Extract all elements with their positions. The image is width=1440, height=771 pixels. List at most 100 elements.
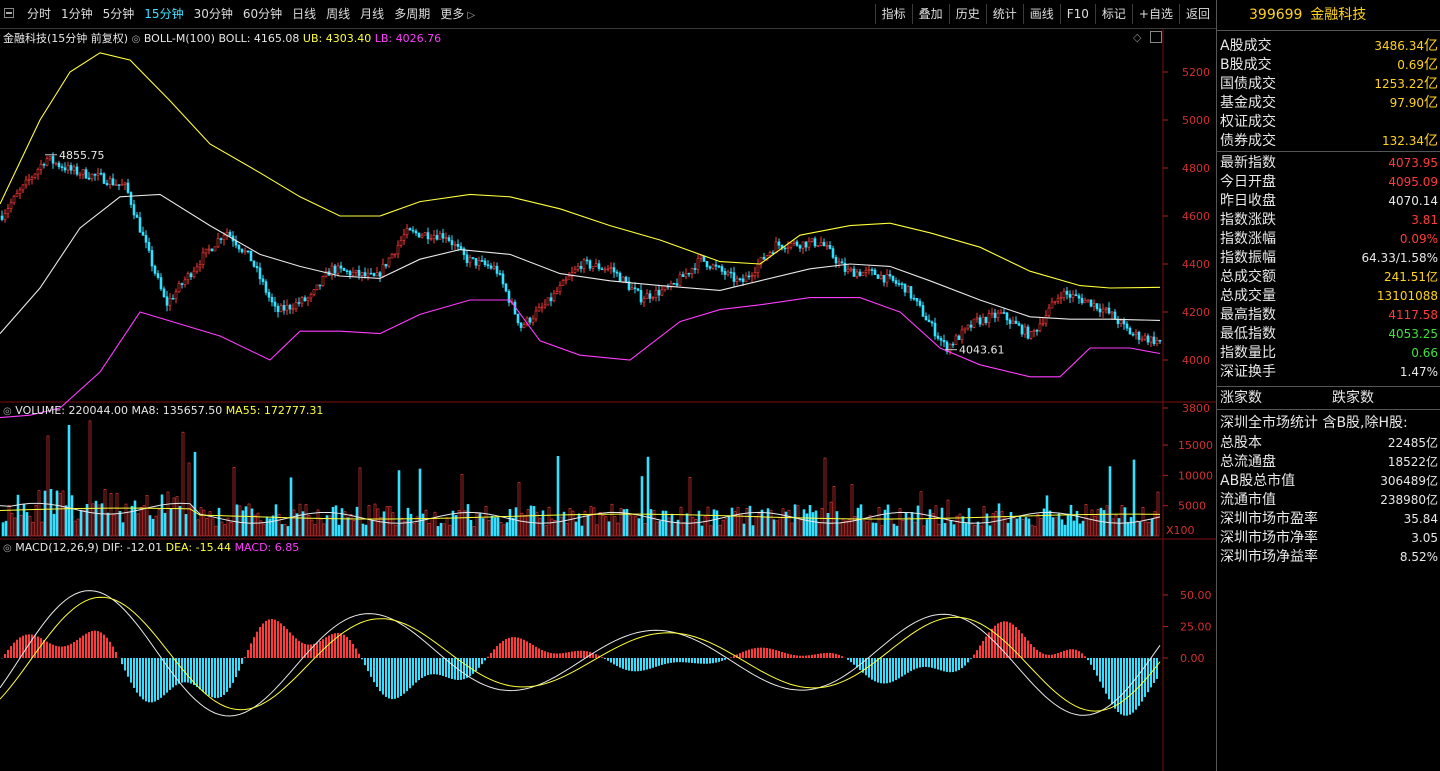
candle-body [1038, 323, 1042, 331]
candle-body [489, 265, 493, 269]
tool-tab[interactable]: 画线 [1022, 4, 1060, 24]
candle-body [348, 270, 352, 276]
candle-body [9, 202, 13, 209]
volume-bar [874, 522, 878, 537]
volume-bar [718, 524, 722, 537]
period-tab[interactable]: 周线 [321, 4, 355, 26]
candle-body [585, 259, 589, 262]
candle-body [1098, 308, 1102, 313]
volume-bar [244, 506, 248, 537]
candle-body [414, 230, 418, 234]
low-price-label: 4043.61 [959, 344, 1005, 357]
volume-bar [124, 503, 128, 537]
volume-bar [649, 509, 653, 537]
volume-bar [535, 512, 539, 537]
volume-bar [763, 516, 767, 537]
stat-row: 基金成交 97.90亿 [1217, 94, 1440, 113]
boll-upper-line [0, 52, 1161, 289]
tool-tab[interactable]: +自选 [1131, 4, 1179, 24]
period-tab[interactable]: 分时 [22, 4, 56, 26]
candle-body [456, 243, 460, 247]
volume-bar [151, 518, 155, 537]
period-tab[interactable]: 日线 [287, 4, 321, 26]
volume-ma8: MA8: 135657.50 [131, 404, 223, 417]
candle-body [375, 272, 379, 277]
boll-lower-line [0, 297, 1161, 419]
volume-bar [181, 431, 185, 537]
candle-body [159, 277, 163, 290]
volume-bar [238, 505, 242, 537]
volume-bar [247, 503, 251, 537]
candle-body [18, 189, 22, 194]
tool-tab[interactable]: 叠加 [911, 4, 949, 24]
tool-tab[interactable]: 返回 [1178, 4, 1216, 24]
period-tab[interactable]: 月线 [355, 4, 389, 26]
tool-tab[interactable]: 统计 [985, 4, 1023, 24]
stat-row: 总流通盘 18522亿 [1217, 453, 1440, 472]
volume-bar [400, 517, 404, 537]
stat-label: 最低指数 [1220, 326, 1276, 342]
volume-bar [877, 507, 881, 537]
macd-collapse-icon[interactable]: ◎ [3, 543, 12, 554]
period-tab[interactable]: 30分钟 [189, 4, 238, 26]
volume-bar [1078, 523, 1082, 537]
period-tab[interactable]: 1分钟 [56, 4, 98, 26]
volume-bar [1123, 507, 1127, 537]
volume-bar [133, 500, 137, 537]
period-tab[interactable]: 多周期 [389, 4, 435, 26]
volume-bar [1069, 504, 1073, 537]
volume-bar [163, 512, 167, 537]
candle-body [708, 266, 712, 269]
volume-bar [448, 524, 452, 537]
volume-bar [739, 513, 743, 537]
volume-collapse-icon[interactable]: ◎ [3, 406, 12, 417]
candle-body [294, 302, 298, 310]
tool-tab[interactable]: F10 [1059, 4, 1095, 24]
period-tab[interactable]: 更多 [435, 4, 480, 26]
candle-body [762, 256, 766, 260]
volume-bar [487, 520, 491, 537]
volume-bar [187, 462, 191, 537]
menu-icon[interactable] [4, 8, 14, 18]
candle-body [270, 296, 274, 303]
tool-tab[interactable]: 标记 [1094, 4, 1132, 24]
volume-bar [55, 490, 59, 537]
candle-body [663, 285, 667, 291]
candle-body [1017, 323, 1021, 326]
period-tab[interactable]: 5分钟 [98, 4, 140, 26]
window-toggle-icon[interactable] [1150, 31, 1162, 43]
candle-body [177, 283, 181, 293]
macd-tick-label: 0.00 [1180, 652, 1205, 665]
volume-bar [76, 518, 80, 537]
kline-chart-area[interactable]: 5200 5000 4800 4600 4400 4200 4000 3800 4855.75 4… [0, 29, 1216, 771]
volume-bar [538, 518, 542, 537]
diamond-icon[interactable]: ◇ [1133, 31, 1141, 44]
stat-value: 238980亿 [1380, 493, 1438, 507]
macd-name[interactable]: MACD(12,26,9) [15, 541, 99, 554]
stat-value: 0.69亿 [1397, 57, 1438, 73]
candle-body [204, 248, 208, 254]
tool-tab[interactable]: 历史 [948, 4, 986, 24]
index-code: 399699 [1249, 7, 1303, 23]
candle-body [618, 272, 622, 283]
volume-bar [250, 508, 254, 537]
period-tab[interactable]: 60分钟 [238, 4, 287, 26]
volume-bar [817, 522, 821, 537]
candle-body [342, 267, 346, 271]
volume-bar [355, 506, 359, 537]
stat-row: 今日开盘 4095.09 [1217, 173, 1440, 192]
candle-body [453, 243, 457, 246]
indicator-collapse-icon[interactable]: ◎ [132, 34, 141, 45]
candle-body [687, 272, 691, 275]
indicator-name[interactable]: BOLL-M(100) [144, 32, 215, 45]
candle-body [879, 274, 883, 279]
candle-body [1047, 307, 1051, 316]
candle-body [840, 261, 844, 264]
tool-tab[interactable]: 指标 [874, 4, 912, 24]
candle-body [1053, 300, 1057, 303]
candle-body [48, 156, 52, 160]
volume-bar [517, 482, 521, 537]
candle-body [1134, 331, 1138, 335]
macd-dif: DIF: -12.01 [102, 541, 163, 554]
period-tab[interactable]: 15分钟 [139, 4, 188, 26]
